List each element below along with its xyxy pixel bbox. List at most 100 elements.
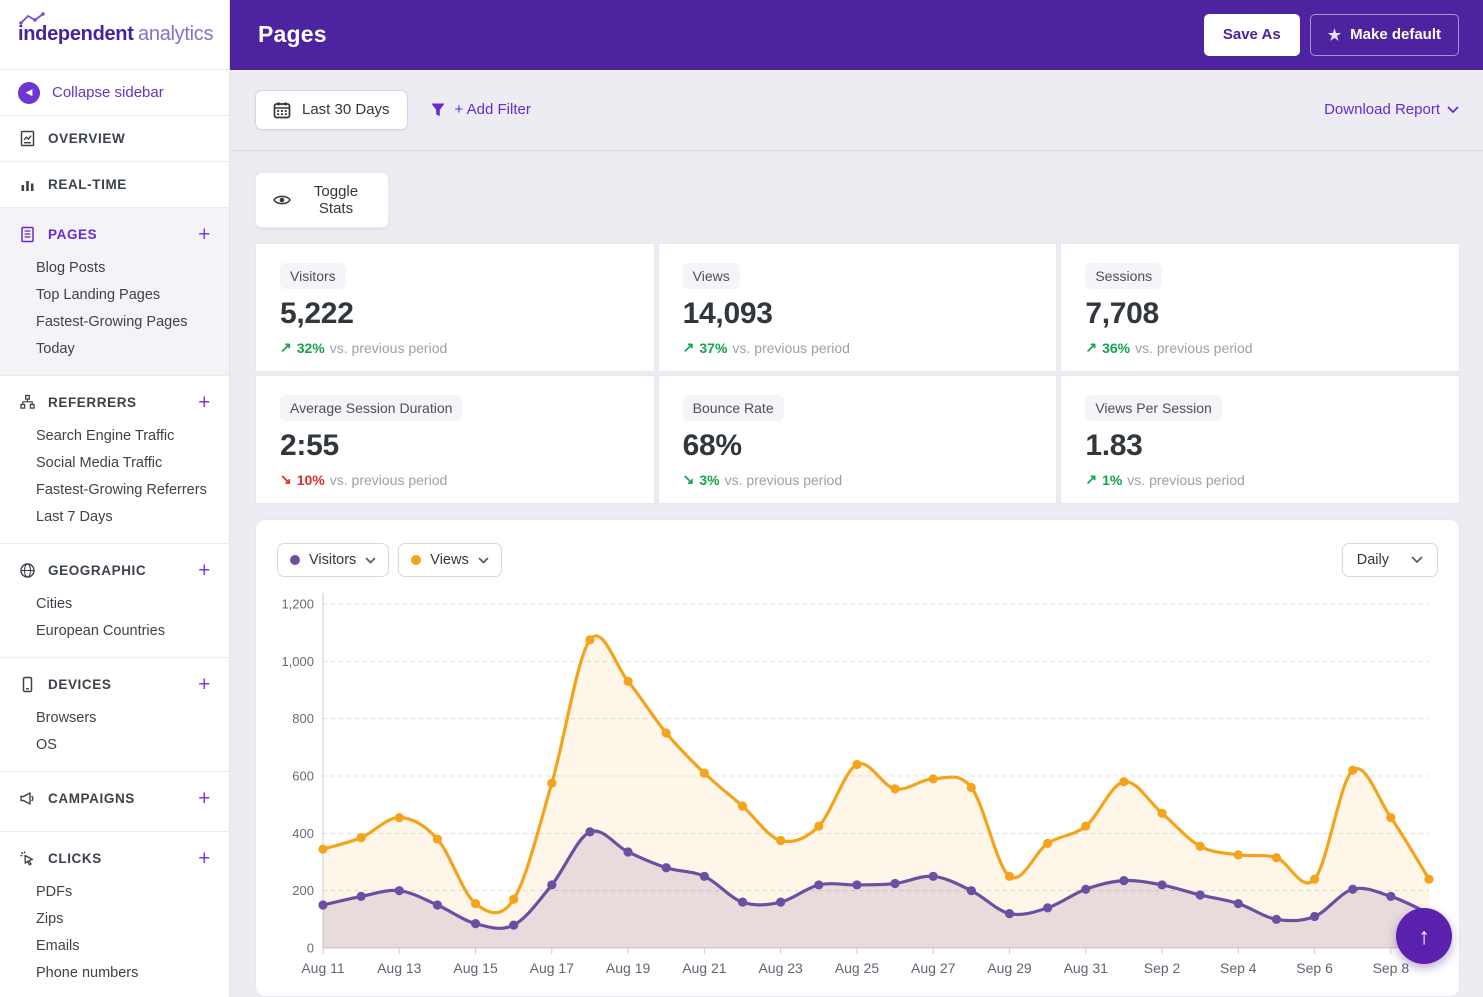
sidebar-item-real-time[interactable]: REAL-TIME [0,162,229,208]
sidebar-item-phone-numbers[interactable]: Phone numbers [0,959,229,986]
sidebar-item-referrers[interactable]: REFERRERS + [0,382,229,422]
sidebar-item-today[interactable]: Today [0,335,229,362]
interval-select[interactable]: Daily [1341,543,1438,577]
visitors-point[interactable] [623,847,633,857]
visitors-point[interactable] [1348,884,1358,894]
visitors-point[interactable] [509,920,519,930]
sidebar-item-geographic[interactable]: GEOGRAPHIC + [0,550,229,590]
sidebar-item-os[interactable]: OS [0,731,229,758]
add-clicks-report-button[interactable]: + [198,848,211,869]
collapse-sidebar-button[interactable]: ◀ Collapse sidebar [0,70,229,116]
views-point[interactable] [699,768,709,778]
sidebar-item-blog-posts[interactable]: Blog Posts [0,254,229,281]
views-metric-dropdown[interactable]: Views [398,543,502,577]
visitors-point[interactable] [1233,898,1243,909]
visitors-point[interactable] [470,919,481,929]
visitors-point[interactable] [1043,903,1053,913]
visitors-point[interactable] [737,897,748,907]
views-point[interactable] [737,801,748,811]
visitors-point[interactable] [1081,884,1091,894]
views-point[interactable] [1309,874,1320,884]
views-point[interactable] [1081,821,1091,831]
toggle-stats-button[interactable]: Toggle Stats [255,172,389,228]
visitors-point[interactable] [585,827,595,837]
visitors-point[interactable] [356,891,366,901]
sidebar-item-top-landing-pages[interactable]: Top Landing Pages [0,281,229,308]
visitors-point[interactable] [966,886,976,896]
sidebar-item-clicks[interactable]: CLICKS + [0,838,229,878]
visitors-point[interactable] [1271,914,1282,924]
visitors-point[interactable] [699,871,709,881]
views-point[interactable] [1386,812,1396,823]
sidebar-item-last-7-days[interactable]: Last 7 Days [0,503,229,530]
visitors-point[interactable] [318,900,328,910]
visitors-point[interactable] [432,900,443,910]
add-filter-button[interactable]: + Add Filter [430,101,531,118]
views-point[interactable] [1233,850,1243,860]
add-geographic-report-button[interactable]: + [198,560,211,581]
views-point[interactable] [509,894,519,904]
sidebar-item-browsers[interactable]: Browsers [0,704,229,731]
sidebar-item-campaigns[interactable]: CAMPAIGNS + [0,778,229,818]
views-point[interactable] [1195,841,1205,851]
add-devices-report-button[interactable]: + [198,674,211,695]
views-point[interactable] [547,778,557,788]
sidebar-item-cities[interactable]: Cities [0,590,229,617]
views-point[interactable] [1004,871,1015,881]
sidebar-item-pdfs[interactable]: PDFs [0,878,229,905]
views-point[interactable] [1424,874,1434,884]
add-pages-report-button[interactable]: + [198,224,211,245]
views-point[interactable] [890,784,900,794]
views-point[interactable] [1271,853,1282,863]
views-point[interactable] [928,774,938,784]
visitors-point[interactable] [1004,909,1015,919]
visitors-point[interactable] [776,897,786,907]
sidebar-item-devices[interactable]: DEVICES + [0,664,229,704]
views-point[interactable] [1043,838,1053,848]
visitors-point[interactable] [1157,880,1167,890]
views-point[interactable] [585,635,595,645]
visitors-point[interactable] [1119,876,1129,886]
views-point[interactable] [432,834,443,844]
sidebar-item-pages[interactable]: PAGES + [0,214,229,254]
visitors-point[interactable] [890,878,900,889]
save-as-button[interactable]: Save As [1203,13,1300,56]
views-point[interactable] [776,835,786,846]
sidebar-item-social-media-traffic[interactable]: Social Media Traffic [0,449,229,476]
visitors-point[interactable] [1386,891,1396,901]
sidebar-item-emails[interactable]: Emails [0,932,229,959]
views-point[interactable] [394,812,404,823]
views-point[interactable] [661,728,671,738]
visitors-point[interactable] [547,880,557,890]
visitors-point[interactable] [394,886,404,896]
views-point[interactable] [356,833,366,843]
sidebar-item-overview[interactable]: OVERVIEW [0,116,229,162]
views-point[interactable] [1119,777,1129,787]
visitors-point[interactable] [814,880,824,890]
visitors-point[interactable] [852,880,862,890]
views-point[interactable] [1348,765,1358,775]
scroll-to-top-button[interactable]: ↑ [1396,908,1452,964]
download-report-button[interactable]: Download Report [1324,101,1459,118]
sidebar-item-fastest-growing-pages[interactable]: Fastest-Growing Pages [0,308,229,335]
sidebar-item-european-countries[interactable]: European Countries [0,617,229,644]
visitors-metric-dropdown[interactable]: Visitors [277,543,390,577]
date-range-button[interactable]: Last 30 Days [255,89,408,130]
visitors-point[interactable] [1309,911,1320,922]
views-point[interactable] [1157,808,1167,818]
add-referrers-report-button[interactable]: + [198,392,211,413]
visitors-point[interactable] [928,871,938,881]
add-campaigns-report-button[interactable]: + [198,788,211,809]
views-point[interactable] [318,844,328,854]
visitors-point[interactable] [661,863,671,873]
sidebar-item-zips[interactable]: Zips [0,905,229,932]
make-default-button[interactable]: ★ Make default [1309,13,1459,56]
sidebar-item-fastest-growing-referrers[interactable]: Fastest-Growing Referrers [0,476,229,503]
views-point[interactable] [966,782,976,793]
views-point[interactable] [623,676,633,686]
sidebar-item-search-engine-traffic[interactable]: Search Engine Traffic [0,422,229,449]
views-point[interactable] [814,821,824,831]
visitors-point[interactable] [1195,890,1205,900]
views-point[interactable] [470,898,481,909]
views-point[interactable] [852,759,862,770]
